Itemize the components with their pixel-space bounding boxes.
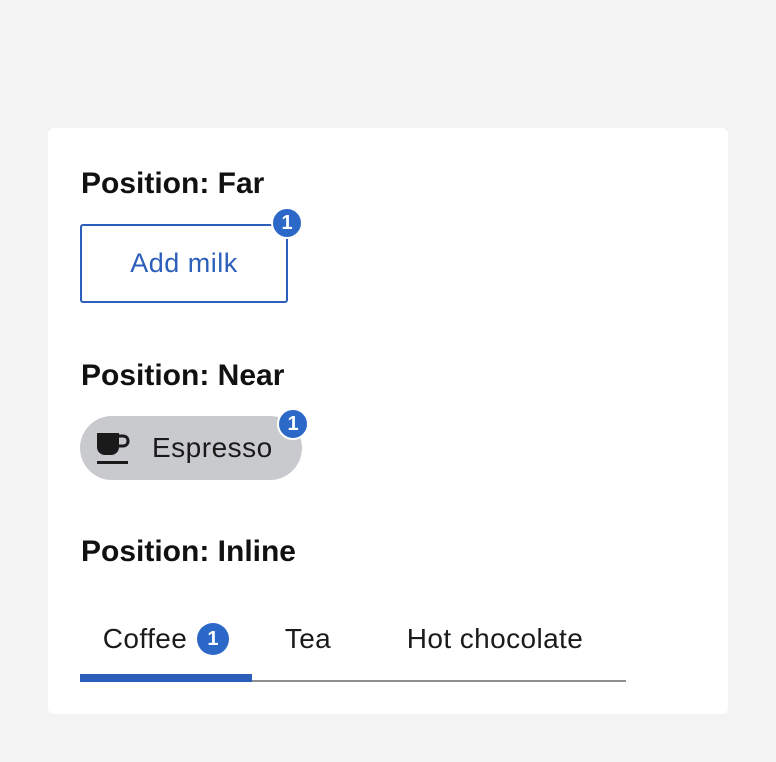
coffee-cup-icon [97,433,130,464]
heading-position-inline: Position: Inline [81,535,296,568]
add-milk-button-label: Add milk [130,248,238,278]
notification-badge: 1 [197,623,230,655]
heading-position-far: Position: Far [81,167,265,200]
tab-bar: Coffee 1 Tea Hot chocolate [80,598,626,682]
tab-tea[interactable]: Tea [252,598,364,680]
tab-hot-chocolate[interactable]: Hot chocolate [364,598,626,680]
notification-badge: 1 [277,408,309,440]
espresso-chip[interactable]: Espresso [80,416,302,480]
tab-tea-label: Tea [284,623,332,654]
tab-coffee[interactable]: Coffee 1 [80,598,252,682]
demo-card: Position: Far Add milk 1 Position: Near … [48,128,728,714]
tab-hot-chocolate-label: Hot chocolate [406,623,584,654]
espresso-chip-label: Espresso [152,432,273,463]
tab-coffee-label: Coffee [102,623,188,654]
notification-badge: 1 [271,207,303,239]
add-milk-button[interactable]: Add milk [80,224,288,303]
heading-position-near: Position: Near [81,359,285,392]
